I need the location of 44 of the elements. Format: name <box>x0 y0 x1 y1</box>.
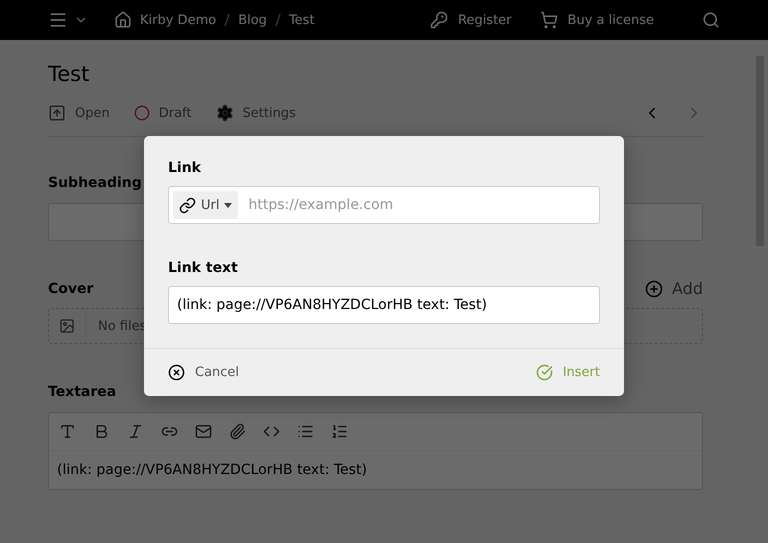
field-label: Link text <box>168 260 239 276</box>
textarea-editor[interactable]: (link: page://VP6AN8HYZDCLorHB text: Test) <box>48 412 703 490</box>
home-icon <box>114 11 132 29</box>
field-label: Link <box>168 160 202 176</box>
upload-icon <box>48 104 66 122</box>
link-text-field[interactable]: (link: page://VP6AN8HYZDCLorHB text: Test) <box>168 286 600 324</box>
paperclip-icon <box>229 423 246 440</box>
text-style-icon <box>59 423 76 440</box>
mail-icon <box>195 423 212 440</box>
cancel-button[interactable]: Cancel <box>168 364 240 381</box>
numbered-list-icon <box>331 423 348 440</box>
status-icon <box>134 105 150 121</box>
settings-button[interactable]: Settings <box>216 104 296 122</box>
field-label: Cover <box>48 280 94 296</box>
image-icon <box>59 318 75 334</box>
italic-icon <box>127 423 144 440</box>
breadcrumb-link[interactable]: Test <box>288 12 315 28</box>
bullet-list-icon <box>297 423 314 440</box>
insert-button[interactable]: Insert <box>536 364 600 381</box>
link-type-dropdown[interactable]: Url <box>173 191 238 219</box>
slash-icon <box>274 13 281 27</box>
link-icon <box>179 196 196 214</box>
register-link[interactable]: Register <box>430 11 512 29</box>
status-button[interactable]: Draft <box>134 105 192 121</box>
gear-icon <box>216 104 234 122</box>
url-field[interactable]: Url https://example.com <box>168 186 600 224</box>
open-button[interactable]: Open <box>48 104 110 122</box>
close-circle-icon <box>168 364 185 381</box>
cart-icon <box>540 11 558 29</box>
field-label: Textarea <box>48 384 116 400</box>
key-icon <box>430 11 448 29</box>
caret-icon <box>224 202 232 208</box>
field-label: Subheading <box>48 175 142 191</box>
page-title: Test <box>48 62 90 86</box>
plus-circle-icon <box>645 280 664 298</box>
add-button[interactable]: Add <box>645 279 703 298</box>
breadcrumb-link[interactable]: Blog <box>238 12 267 28</box>
license-link[interactable]: Buy a license <box>540 11 654 29</box>
slash-icon <box>224 13 230 27</box>
breadcrumb-link[interactable]: Kirby Demo <box>140 12 216 28</box>
check-circle-icon <box>536 364 553 381</box>
search-button[interactable] <box>702 11 720 29</box>
search-icon <box>702 11 720 29</box>
textarea-text: (link: page://VP6AN8HYZDCLorHB text: Test) <box>56 461 368 480</box>
